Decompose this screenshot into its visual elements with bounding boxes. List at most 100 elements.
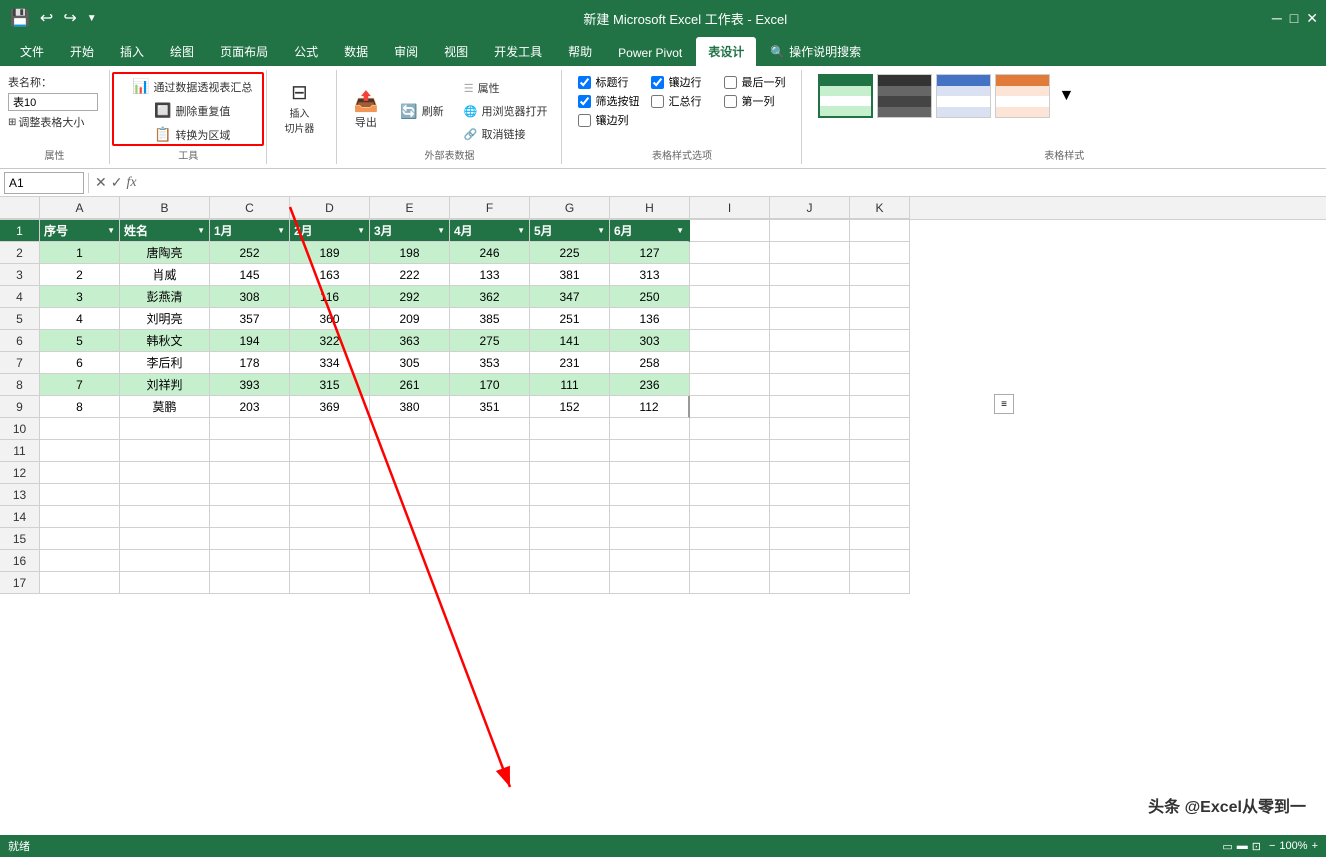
summarize-button[interactable]: 📊 通过数据透视表汇总	[126, 76, 258, 97]
tab-review[interactable]: 审阅	[382, 37, 430, 66]
cell-c4[interactable]: 308	[210, 286, 290, 308]
cell-j8[interactable]	[770, 374, 850, 396]
cell-k7[interactable]	[850, 352, 910, 374]
cell-g4[interactable]: 347	[530, 286, 610, 308]
cell-j3[interactable]	[770, 264, 850, 286]
tab-formula[interactable]: 公式	[282, 37, 330, 66]
redo-icon[interactable]: ↪	[61, 6, 78, 30]
row-header-17[interactable]: 17	[0, 572, 40, 594]
tab-draw[interactable]: 绘图	[158, 37, 206, 66]
col-header-g[interactable]: G	[530, 197, 610, 219]
cell-i5[interactable]	[690, 308, 770, 330]
cell-f4[interactable]: 362	[450, 286, 530, 308]
checkbox-last-col[interactable]: 最后一列	[724, 74, 785, 90]
remove-duplicates-button[interactable]: 🔲 删除重复值	[148, 100, 236, 121]
cell-j4[interactable]	[770, 286, 850, 308]
row-header-13[interactable]: 13	[0, 484, 40, 506]
maximize-icon[interactable]: □	[1290, 10, 1298, 27]
cell-c3[interactable]: 145	[210, 264, 290, 286]
cell-g9[interactable]: 152	[530, 396, 610, 418]
cell-g5[interactable]: 251	[530, 308, 610, 330]
cell-h4[interactable]: 250	[610, 286, 690, 308]
cell-j5[interactable]	[770, 308, 850, 330]
cell-e6[interactable]: 363	[370, 330, 450, 352]
cell-b2[interactable]: 唐陶亮	[120, 242, 210, 264]
row-header-7[interactable]: 7	[0, 352, 40, 374]
convert-to-range-button[interactable]: 📋 转换为区域	[148, 124, 236, 145]
row-header-5[interactable]: 5	[0, 308, 40, 330]
cell-d2[interactable]: 189	[290, 242, 370, 264]
customize-icon[interactable]: ▼	[85, 11, 99, 26]
cell-h3[interactable]: 313	[610, 264, 690, 286]
row-header-12[interactable]: 12	[0, 462, 40, 484]
properties-button[interactable]: ☰ 属性	[458, 78, 554, 98]
cell-i7[interactable]	[690, 352, 770, 374]
sheet-view-break[interactable]: ⊡	[1252, 840, 1261, 853]
insert-slicer-button[interactable]: ⊟ 插入切片器	[275, 79, 323, 139]
more-styles-button[interactable]: ▼	[1054, 83, 1078, 109]
cell-g8[interactable]: 111	[530, 374, 610, 396]
save-icon[interactable]: 💾	[8, 6, 32, 30]
col-header-f[interactable]: F	[450, 197, 530, 219]
cell-h5[interactable]: 136	[610, 308, 690, 330]
cell-a8[interactable]: 7	[40, 374, 120, 396]
cell-g3[interactable]: 381	[530, 264, 610, 286]
table-style-swatch-1[interactable]	[818, 74, 873, 118]
cell-g6[interactable]: 141	[530, 330, 610, 352]
row-header-16[interactable]: 16	[0, 550, 40, 572]
cell-f2[interactable]: 246	[450, 242, 530, 264]
cell-h6[interactable]: 303	[610, 330, 690, 352]
zoom-out-icon[interactable]: −	[1269, 840, 1275, 852]
tab-page-layout[interactable]: 页面布局	[208, 37, 280, 66]
cell-e9[interactable]: 380	[370, 396, 450, 418]
sheet-view-normal[interactable]: ▭	[1222, 840, 1232, 853]
tab-home[interactable]: 开始	[58, 37, 106, 66]
cell-h8[interactable]: 236	[610, 374, 690, 396]
cell-k5[interactable]	[850, 308, 910, 330]
cell-e8[interactable]: 261	[370, 374, 450, 396]
cell-b4[interactable]: 彭燕清	[120, 286, 210, 308]
cell-h7[interactable]: 258	[610, 352, 690, 374]
row-header-8[interactable]: 8	[0, 374, 40, 396]
cell-g7[interactable]: 231	[530, 352, 610, 374]
cell-f3[interactable]: 133	[450, 264, 530, 286]
cell-e1[interactable]: 3月▼	[370, 220, 450, 242]
cell-k8[interactable]	[850, 374, 910, 396]
minimize-icon[interactable]: ─	[1272, 10, 1282, 27]
cell-b3[interactable]: 肖威	[120, 264, 210, 286]
cell-h2[interactable]: 127	[610, 242, 690, 264]
browser-button[interactable]: 🌐 用浏览器打开	[458, 101, 554, 121]
confirm-icon[interactable]: ✓	[109, 174, 125, 191]
col-header-h[interactable]: H	[610, 197, 690, 219]
cell-j2[interactable]	[770, 242, 850, 264]
cell-j7[interactable]	[770, 352, 850, 374]
cell-e2[interactable]: 198	[370, 242, 450, 264]
tab-file[interactable]: 文件	[8, 37, 56, 66]
cell-a7[interactable]: 6	[40, 352, 120, 374]
col-header-c[interactable]: C	[210, 197, 290, 219]
cell-i8[interactable]	[690, 374, 770, 396]
table-style-swatch-3[interactable]	[936, 74, 991, 118]
cell-b7[interactable]: 李后利	[120, 352, 210, 374]
cell-k2[interactable]	[850, 242, 910, 264]
cell-b8[interactable]: 刘祥判	[120, 374, 210, 396]
cell-c1[interactable]: 1月▼	[210, 220, 290, 242]
tab-insert[interactable]: 插入	[108, 37, 156, 66]
cell-i9[interactable]	[690, 396, 770, 418]
cell-j1[interactable]	[770, 220, 850, 242]
cell-a9[interactable]: 8	[40, 396, 120, 418]
checkbox-filter-btn[interactable]: 筛选按钮	[578, 93, 639, 109]
cell-d1[interactable]: 2月▼	[290, 220, 370, 242]
cell-c6[interactable]: 194	[210, 330, 290, 352]
col-header-k[interactable]: K	[850, 197, 910, 219]
cell-a4[interactable]: 3	[40, 286, 120, 308]
refresh-button[interactable]: 🔄 刷新	[394, 101, 449, 122]
cell-a3[interactable]: 2	[40, 264, 120, 286]
cell-d3[interactable]: 163	[290, 264, 370, 286]
col-header-j[interactable]: J	[770, 197, 850, 219]
row-header-15[interactable]: 15	[0, 528, 40, 550]
formula-input[interactable]	[139, 176, 1322, 190]
cell-h9[interactable]: 112	[610, 396, 690, 418]
cell-f5[interactable]: 385	[450, 308, 530, 330]
tab-view[interactable]: 视图	[432, 37, 480, 66]
